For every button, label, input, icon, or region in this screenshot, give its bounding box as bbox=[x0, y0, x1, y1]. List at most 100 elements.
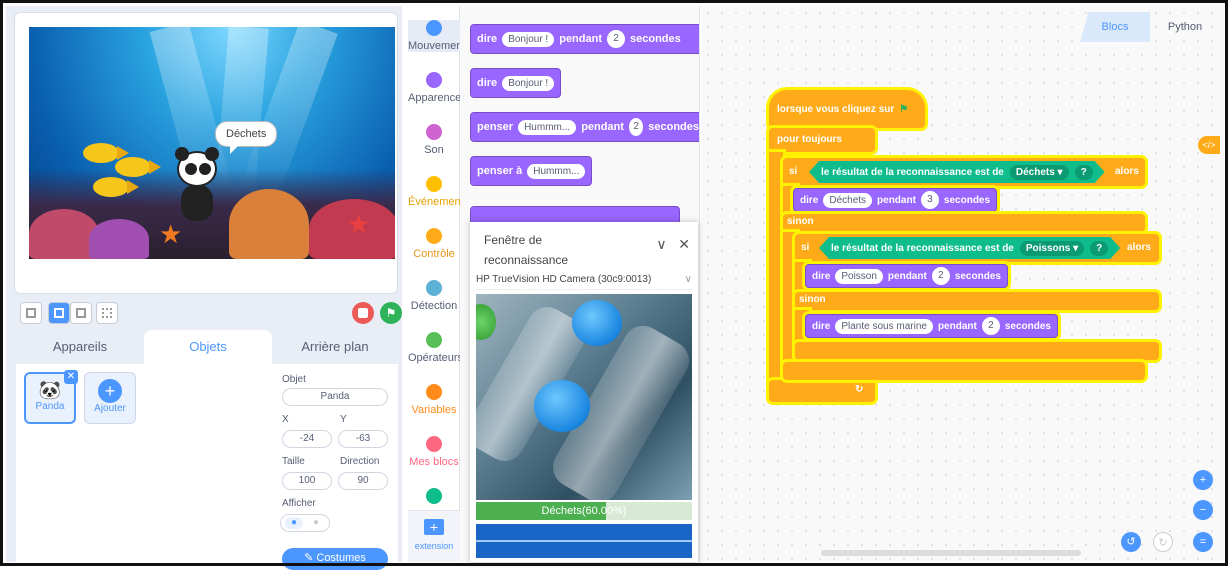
sprite-list: ✕ 🐼 Panda + Ajouter bbox=[16, 364, 268, 562]
category-label: Apparence bbox=[408, 92, 460, 104]
category-dot bbox=[426, 436, 442, 452]
bottle-cap bbox=[534, 380, 590, 432]
coral bbox=[89, 219, 149, 259]
block-text: secondes bbox=[630, 33, 681, 45]
zoom-out-icon[interactable]: − bbox=[1193, 500, 1213, 520]
block-number-input[interactable]: 2 bbox=[628, 118, 644, 136]
say-block[interactable]: dire Bonjour ! bbox=[470, 68, 562, 98]
block-text: le résultat de la reconnaissance est de bbox=[821, 166, 1004, 178]
when-flag-clicked-block[interactable]: lorsque vous cliquez sur ⚑ bbox=[769, 90, 925, 128]
tab-backdrop[interactable]: Arrière plan bbox=[272, 330, 398, 364]
block-number-input[interactable]: 3 bbox=[920, 191, 939, 209]
horizontal-scrollbar[interactable] bbox=[821, 550, 1081, 556]
tab-blocks[interactable]: Blocs bbox=[1080, 12, 1150, 42]
object-name-field[interactable]: Panda bbox=[282, 388, 388, 406]
size-field[interactable]: 100 bbox=[282, 472, 332, 490]
block-number-input[interactable]: 2 bbox=[931, 267, 950, 285]
label-dropdown[interactable]: Déchets ▾ bbox=[1010, 165, 1069, 180]
category-my-blocks[interactable]: Mes blocs bbox=[408, 436, 460, 468]
say-for-secs-block[interactable]: dire Bonjour ! pendant 2 secondes bbox=[470, 24, 699, 54]
question-icon: ? bbox=[1090, 241, 1108, 256]
category-control[interactable]: Contrôle bbox=[408, 228, 460, 260]
code-toggle-icon[interactable]: </> bbox=[1198, 136, 1220, 154]
sprite-tile-panda[interactable]: ✕ 🐼 Panda bbox=[24, 370, 78, 424]
green-flag-button[interactable]: ⚑ bbox=[380, 302, 402, 324]
camera-select[interactable]: HP TrueVision HD Camera (30c9:0013) ∨ bbox=[476, 274, 692, 290]
close-icon[interactable]: ✕ bbox=[678, 236, 690, 252]
label-dropdown[interactable]: Poissons ▾ bbox=[1020, 241, 1084, 256]
stage-canvas[interactable]: ★ ★ Déchets bbox=[29, 27, 395, 259]
starfish: ★ bbox=[347, 209, 371, 239]
category-looks[interactable]: Apparence bbox=[408, 72, 460, 104]
recognition-title: Fenêtre de reconnaissance bbox=[484, 233, 569, 267]
zoom-in-icon[interactable]: + bbox=[1193, 470, 1213, 490]
category-operators[interactable]: Opérateurs bbox=[408, 332, 460, 364]
recognition-condition-2[interactable]: le résultat de la reconnaissance est de … bbox=[819, 237, 1120, 259]
normal-stage-button[interactable] bbox=[70, 302, 92, 324]
block-input[interactable]: Hummm... bbox=[527, 163, 586, 179]
panda-sprite[interactable] bbox=[175, 147, 219, 225]
block-input[interactable]: Bonjour ! bbox=[502, 75, 555, 91]
small-stage-button[interactable] bbox=[48, 302, 70, 324]
recognition-condition[interactable]: le résultat de la reconnaissance est de … bbox=[809, 161, 1105, 183]
add-extension-icon: + bbox=[424, 519, 444, 535]
say-for-secs-block-3[interactable]: dire Plante sous marine pendant 2 second… bbox=[805, 314, 1058, 338]
tab-python[interactable]: Python bbox=[1150, 12, 1220, 42]
stop-button[interactable] bbox=[352, 302, 374, 324]
panel-tabs: Appareils Objets Arrière plan bbox=[16, 330, 398, 364]
block-text: secondes bbox=[954, 270, 1001, 282]
zoom-reset-icon[interactable]: = bbox=[1193, 532, 1213, 552]
extension-button[interactable]: + extension bbox=[408, 510, 460, 562]
redo-icon[interactable]: ↻ bbox=[1153, 532, 1173, 552]
camera-feed bbox=[476, 294, 692, 500]
block-text: alors bbox=[1127, 242, 1151, 253]
think-for-secs-block[interactable]: penser Hummm... pendant 2 secondes bbox=[470, 112, 699, 142]
block-input[interactable]: Poisson bbox=[835, 268, 883, 284]
block-input[interactable]: Bonjour ! bbox=[502, 31, 555, 47]
think-block[interactable]: penser à Hummm... bbox=[470, 156, 593, 186]
block-number-input[interactable]: 2 bbox=[981, 317, 1000, 335]
if-else-block-2[interactable]: si le résultat de la reconnaissance est … bbox=[795, 234, 1159, 262]
grid-layout-button[interactable] bbox=[96, 302, 118, 324]
stage-frame: ★ ★ Déchets bbox=[14, 12, 398, 294]
block-input[interactable]: Déchets bbox=[823, 192, 873, 208]
extension-label: extension bbox=[414, 541, 454, 551]
block-text: alors bbox=[1115, 166, 1139, 177]
block-text: pendant bbox=[937, 320, 977, 332]
say-for-secs-block[interactable]: dire Déchets pendant 3 secondes bbox=[793, 188, 998, 212]
block-text: si bbox=[789, 166, 798, 177]
category-sensing[interactable]: Détection bbox=[408, 280, 460, 312]
show-eye-icon[interactable]: ● bbox=[285, 517, 303, 529]
x-field[interactable]: -24 bbox=[282, 430, 332, 448]
y-field[interactable]: -63 bbox=[338, 430, 388, 448]
block-categories: Mouvement Apparence Son Événements Contr… bbox=[408, 6, 460, 562]
editor-tabs: Blocs Python bbox=[1080, 12, 1220, 42]
fullscreen-button[interactable] bbox=[20, 302, 42, 324]
direction-field[interactable]: 90 bbox=[338, 472, 388, 490]
category-motion[interactable]: Mouvement bbox=[408, 20, 460, 52]
block-number-input[interactable]: 2 bbox=[607, 30, 625, 48]
block-text: sinon bbox=[787, 216, 814, 227]
costumes-button[interactable]: ✎ Costumes bbox=[282, 548, 388, 570]
category-sound[interactable]: Son bbox=[408, 124, 460, 156]
code-workspace[interactable]: Blocs Python </> lorsque vous cliquez su… bbox=[701, 6, 1224, 562]
add-sprite-button[interactable]: + Ajouter bbox=[84, 372, 136, 424]
category-events[interactable]: Événements bbox=[408, 176, 460, 208]
forever-block[interactable]: pour toujours bbox=[769, 128, 875, 152]
block-text: dire bbox=[477, 33, 498, 45]
delete-sprite-icon[interactable]: ✕ bbox=[64, 370, 78, 384]
hide-eye-icon[interactable]: ● bbox=[307, 517, 325, 529]
if-else-block[interactable]: si le résultat de la reconnaissance est … bbox=[783, 158, 1145, 186]
category-variables[interactable]: Variables bbox=[408, 384, 460, 416]
block-input[interactable]: Hummm... bbox=[518, 119, 577, 135]
collapse-icon[interactable]: ∨ bbox=[656, 236, 666, 252]
block-input[interactable]: Plante sous marine bbox=[835, 318, 933, 334]
undo-icon[interactable]: ↺ bbox=[1121, 532, 1141, 552]
say-for-secs-block-2[interactable]: dire Poisson pendant 2 secondes bbox=[805, 264, 1008, 288]
tab-devices[interactable]: Appareils bbox=[16, 330, 144, 364]
category-extension-ai[interactable] bbox=[408, 488, 460, 508]
size-label: Taille bbox=[282, 456, 305, 467]
audio-waveform bbox=[476, 524, 692, 558]
if-footer bbox=[783, 362, 1145, 380]
tab-sprites[interactable]: Objets bbox=[144, 330, 272, 364]
